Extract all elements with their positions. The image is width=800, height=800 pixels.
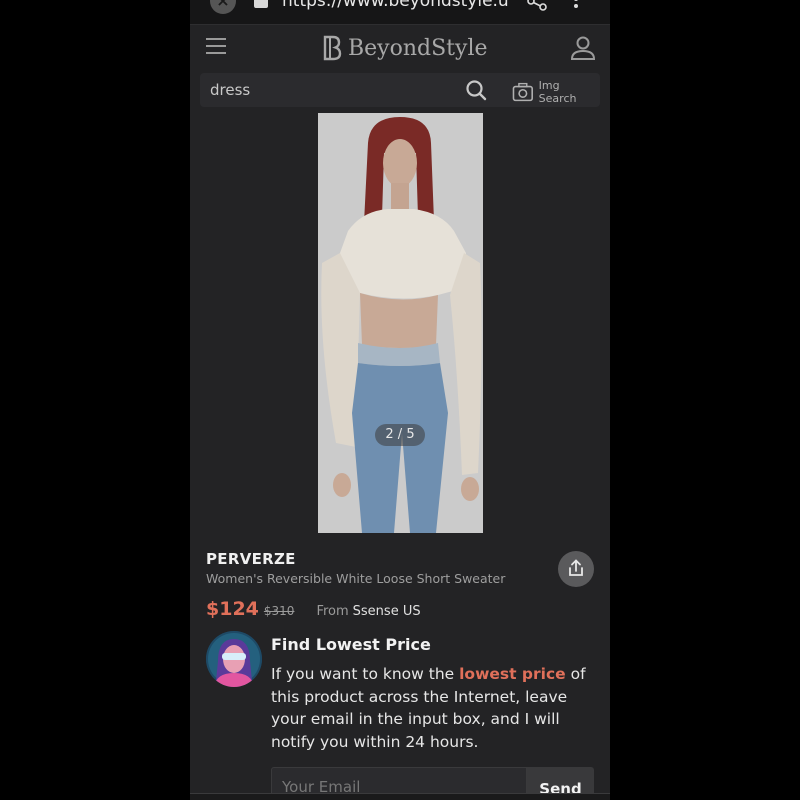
flp-highlight: lowest price <box>459 665 566 683</box>
product-name: Women's Reversible White Loose Short Swe… <box>206 571 506 586</box>
browser-share-icon[interactable] <box>526 0 548 12</box>
flp-text-before: If you want to know the <box>271 665 460 683</box>
assistant-avatar <box>206 631 262 687</box>
original-price: $310 <box>263 604 295 618</box>
store-name[interactable]: Ssense US <box>353 604 421 619</box>
site-logo[interactable]: BeyondStyle <box>322 33 488 63</box>
close-tab-button[interactable]: × <box>210 0 236 14</box>
product-brand[interactable]: PERVERZE <box>206 550 296 568</box>
search-icon[interactable] <box>465 79 487 101</box>
from-label: From <box>316 604 349 619</box>
url-bar[interactable]: https://www.beyondstyle.us/p <box>282 0 508 11</box>
lock-icon <box>254 0 268 8</box>
find-lowest-price-text: If you want to know the lowest price of … <box>271 663 601 753</box>
user-account-icon[interactable] <box>570 36 596 60</box>
find-lowest-price-title: Find Lowest Price <box>271 635 431 654</box>
share-button[interactable] <box>558 551 594 587</box>
logo-text: BeyondStyle <box>348 35 488 61</box>
image-search-label: Img Search <box>538 79 577 105</box>
hamburger-menu-icon[interactable] <box>206 38 226 56</box>
search-input[interactable] <box>200 73 470 107</box>
product-photo <box>318 113 483 533</box>
phone-screen: × https://www.beyondstyle.us/p BeyondSty… <box>190 0 610 800</box>
more-options-icon[interactable] <box>572 0 580 10</box>
image-search-button[interactable]: Img Search <box>512 79 600 105</box>
browser-bar: × https://www.beyondstyle.us/p <box>190 0 610 25</box>
share-icon <box>569 559 583 576</box>
bottom-bar <box>190 793 610 800</box>
search-bar: Img Search <box>200 73 600 107</box>
current-price: $124 <box>206 598 259 620</box>
camera-icon <box>512 82 533 102</box>
logo-mark-icon <box>323 35 342 61</box>
price-row: $124 $310 From Ssense US <box>206 598 421 620</box>
product-image[interactable] <box>318 113 483 533</box>
site-header: BeyondStyle <box>190 25 610 71</box>
avatar-illustration <box>206 631 262 687</box>
image-counter: 2 / 5 <box>375 424 425 446</box>
